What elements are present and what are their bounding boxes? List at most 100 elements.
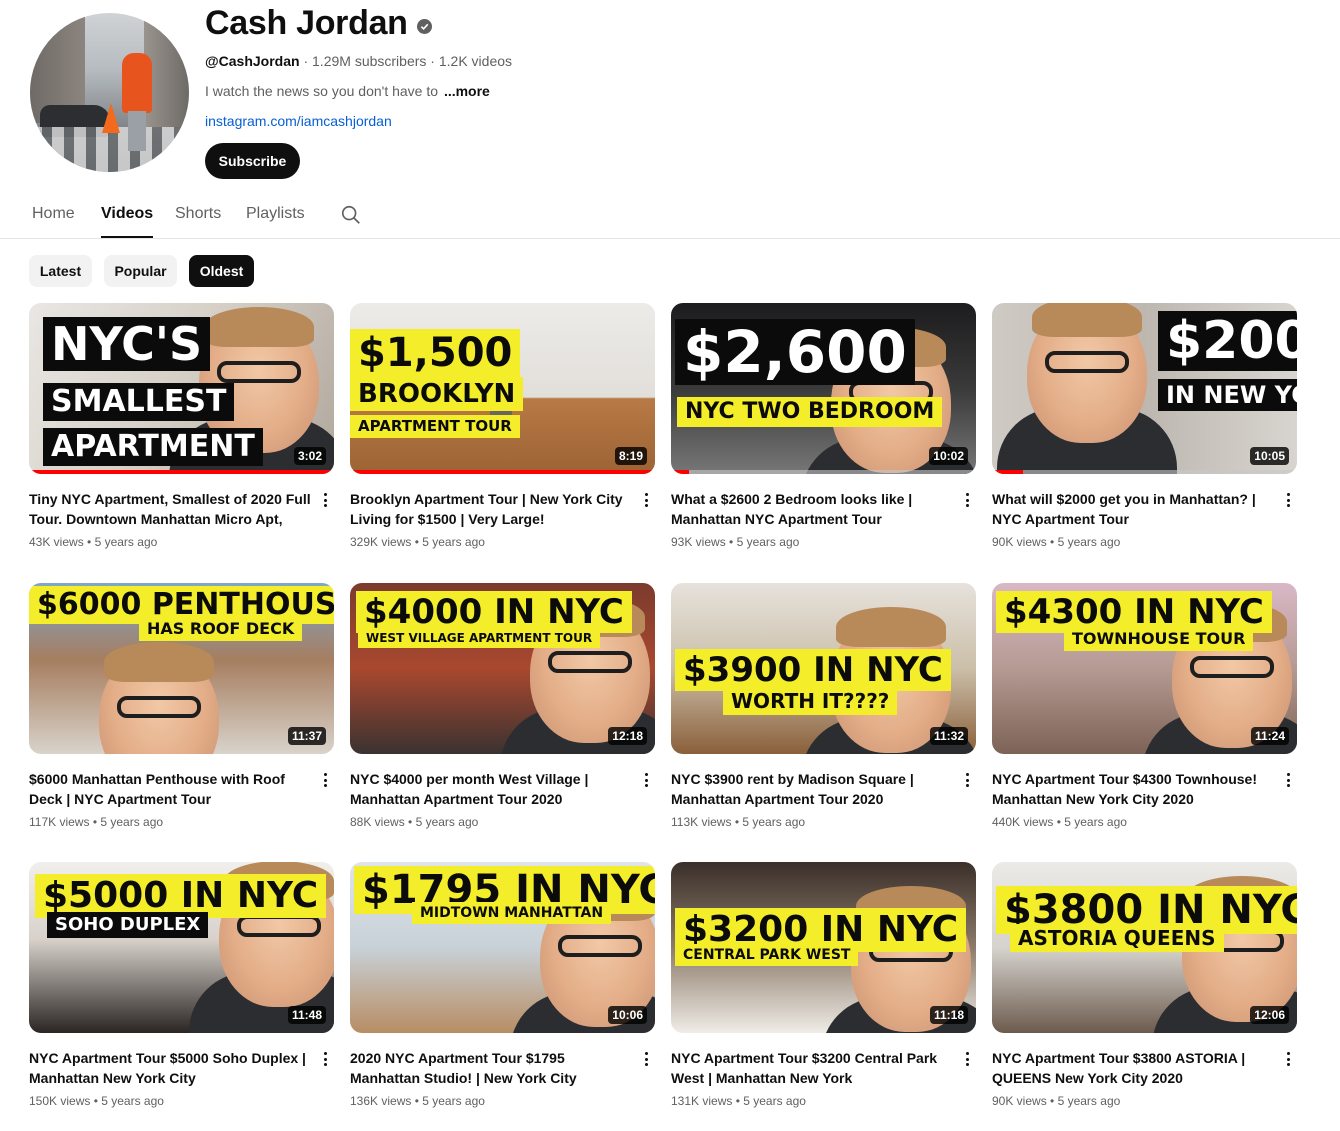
video-title[interactable]: Tiny NYC Apartment, Smallest of 2020 Ful… [29,489,314,529]
video-age: 5 years ago [422,535,485,549]
more-actions-icon[interactable] [640,491,652,509]
video-title[interactable]: NYC Apartment Tour $3800 ASTORIA | QUEEN… [992,1048,1277,1088]
video-views: 90K views [992,1094,1047,1108]
video-title[interactable]: 2020 NYC Apartment Tour $1795 Manhattan … [350,1048,635,1088]
thumbnail-caption: TOWNHOUSE TOUR [1064,627,1254,651]
video-title[interactable]: What a $2600 2 Bedroom looks like | Manh… [671,489,956,529]
video-card[interactable]: $3900 IN NYC WORTH IT???? 11:32 NYC $3900 r… [671,583,976,833]
video-thumbnail[interactable]: $5000 IN NYC SOHO DUPLEX 11:48 [29,862,334,1033]
video-thumbnail[interactable]: $2,600 NYC TWO BEDROOM 10:02 [671,303,976,474]
chip-popular[interactable]: Popular [104,255,177,287]
thumbnail-caption: NYC'S [43,317,211,371]
video-card[interactable]: $4300 IN NYC TOWNHOUSE TOUR 11:24 NYC Apart… [992,583,1297,833]
tab-videos[interactable]: Videos [101,205,154,238]
video-duration-badge: 11:24 [1250,727,1289,745]
meta-dot: • [731,815,743,829]
more-actions-icon[interactable] [961,1050,973,1068]
video-card[interactable]: $5000 IN NYC SOHO DUPLEX 11:48 NYC Apartmen… [29,862,334,1112]
watch-progress-track [671,470,976,474]
video-thumbnail[interactable]: $3900 IN NYC WORTH IT???? 11:32 [671,583,976,754]
subscribe-button[interactable]: Subscribe [205,143,300,179]
video-age: 5 years ago [736,535,800,549]
tab-home[interactable]: Home [32,205,75,223]
video-duration-badge: 10:02 [929,447,968,465]
more-actions-icon[interactable] [961,491,973,509]
more-actions-icon[interactable] [961,771,973,789]
more-actions-icon[interactable] [640,1050,652,1068]
video-views: 43K views [29,535,84,549]
video-card[interactable]: $2000 IN NEW YORK? 10:05 What will $2000 ge… [992,303,1297,553]
video-thumbnail[interactable]: NYC'S SMALLEST APARTMENT 3:02 [29,303,334,474]
more-actions-icon[interactable] [319,771,331,789]
meta-dot: • [1046,1094,1058,1108]
video-card[interactable]: $6000 PENTHOUSE HAS ROOF DECK 11:37 $6000 M… [29,583,334,833]
video-thumbnail[interactable]: $3800 IN NYC ASTORIA QUEENS 12:06 [992,862,1297,1033]
video-title[interactable]: NYC Apartment Tour $4300 Townhouse! Manh… [992,769,1277,809]
more-actions-icon[interactable] [640,771,652,789]
video-meta: 113K views • 5 years ago [671,815,805,829]
more-actions-icon[interactable] [319,491,331,509]
video-age: 5 years ago [1057,1094,1121,1108]
description-more-link[interactable]: ...more [444,83,490,99]
more-actions-icon[interactable] [319,1050,331,1068]
thumbnail-caption: $2,600 [675,319,915,385]
video-thumbnail[interactable]: $1795 IN NYC MIDTOWN MANHATTAN 10:06 [350,862,655,1033]
more-actions-icon[interactable] [1282,491,1294,509]
thumbnail-caption: $2000 [1158,311,1297,371]
video-count: 1.2K videos [438,53,513,69]
video-title[interactable]: NYC Apartment Tour $3200 Central Park We… [671,1048,956,1088]
presenter-glasses [237,915,321,937]
video-thumbnail[interactable]: $4000 IN NYC WEST VILLAGE APARTMENT TOUR 1… [350,583,655,754]
video-title[interactable]: What will $2000 get you in Manhattan? | … [992,489,1277,529]
chip-oldest[interactable]: Oldest [189,255,254,287]
channel-description[interactable]: I watch the news so you don't have to ..… [205,83,490,99]
channel-external-link[interactable]: instagram.com/iamcashjordan [205,113,392,129]
thumbnail-caption: ASTORIA QUEENS [1010,924,1224,952]
video-thumbnail[interactable]: $4300 IN NYC TOWNHOUSE TOUR 11:24 [992,583,1297,754]
watch-progress-bar [671,470,690,474]
chip-latest[interactable]: Latest [29,255,92,287]
presenter-glasses [548,651,632,673]
tab-shorts[interactable]: Shorts [175,205,221,223]
video-age: 5 years ago [1057,535,1121,549]
video-views: 440K views [992,815,1054,829]
video-title[interactable]: Brooklyn Apartment Tour | New York City … [350,489,635,529]
video-card[interactable]: $2,600 NYC TWO BEDROOM 10:02 What a $2600 2… [671,303,976,553]
video-views: 150K views [29,1094,91,1108]
video-thumbnail[interactable]: $3200 IN NYC CENTRAL PARK WEST 11:18 [671,862,976,1033]
video-card[interactable]: $4000 IN NYC WEST VILLAGE APARTMENT TOUR 1… [350,583,655,833]
avatar-person [122,53,152,113]
video-age: 5 years ago [415,815,479,829]
meta-dot: • [1046,535,1058,549]
video-meta: 90K views • 5 years ago [992,1094,1120,1108]
video-thumbnail[interactable]: $1,500 BROOKLYN APARTMENT TOUR 8:19 [350,303,655,474]
video-thumbnail[interactable]: $2000 IN NEW YORK? 10:05 [992,303,1297,474]
video-title[interactable]: NYC $4000 per month West Village | Manha… [350,769,635,809]
video-duration-badge: 12:06 [1250,1006,1289,1024]
video-age: 5 years ago [742,815,806,829]
video-card[interactable]: $1795 IN NYC MIDTOWN MANHATTAN 10:06 2020 N… [350,862,655,1112]
thumbnail-caption: BROOKLYN [350,377,524,411]
thumbnail-caption: CENTRAL PARK WEST [675,944,859,966]
video-title[interactable]: $6000 Manhattan Penthouse with Roof Deck… [29,769,314,809]
meta-dot: • [83,535,95,549]
search-icon[interactable] [340,204,362,226]
video-card[interactable]: $3200 IN NYC CENTRAL PARK WEST 11:18 NYC Ap… [671,862,976,1112]
tab-playlists[interactable]: Playlists [246,205,305,223]
meta-separator: · [430,53,435,69]
more-actions-icon[interactable] [1282,1050,1294,1068]
video-meta: 440K views • 5 years ago [992,815,1127,829]
video-card[interactable]: NYC'S SMALLEST APARTMENT 3:02 Tiny NYC Apart… [29,303,334,553]
watch-progress-bar [350,470,655,474]
video-thumbnail[interactable]: $6000 PENTHOUSE HAS ROOF DECK 11:37 [29,583,334,754]
more-actions-icon[interactable] [1282,771,1294,789]
presenter-glasses [558,935,642,957]
video-card[interactable]: $3800 IN NYC ASTORIA QUEENS 12:06 NYC Apart… [992,862,1297,1112]
channel-meta: @CashJordan · 1.29M subscribers · 1.2K v… [205,53,512,69]
video-title[interactable]: NYC $3900 rent by Madison Square | Manha… [671,769,956,809]
video-title[interactable]: NYC Apartment Tour $5000 Soho Duplex | M… [29,1048,314,1088]
channel-avatar[interactable] [30,13,189,172]
thumbnail-caption: NYC TWO BEDROOM [677,397,943,427]
channel-description-text: I watch the news so you don't have to [205,83,439,99]
video-card[interactable]: $1,500 BROOKLYN APARTMENT TOUR 8:19 Brooklyn… [350,303,655,553]
